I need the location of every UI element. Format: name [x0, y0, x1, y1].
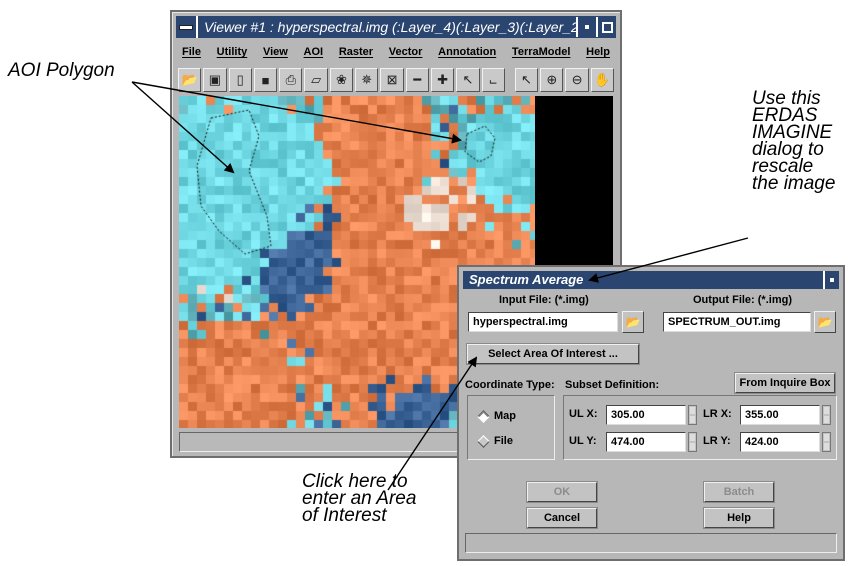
ok-button[interactable]: OK: [527, 482, 597, 502]
uly-field[interactable]: 474.00: [606, 432, 686, 452]
minimize-icon[interactable]: [576, 17, 596, 37]
uly-stepper[interactable]: [688, 432, 697, 452]
radio-file-indicator[interactable]: [477, 434, 490, 448]
radio-map-label: Map: [494, 410, 516, 422]
open-folder-icon[interactable]: 📂: [178, 68, 202, 92]
menu-terramodel[interactable]: TerraModel: [512, 46, 570, 58]
output-folder-icon[interactable]: 📂: [814, 311, 836, 333]
zoom-in-icon[interactable]: ⊕: [540, 68, 564, 92]
menu-view[interactable]: View: [263, 46, 288, 58]
profile-icon[interactable]: ⨽: [481, 68, 505, 92]
menu-aoi[interactable]: AOI: [304, 46, 324, 58]
radio-map-indicator[interactable]: [477, 409, 490, 423]
input-file-label: Input File: (*.img): [499, 294, 589, 306]
menu-file[interactable]: File: [182, 46, 201, 58]
dialog-minimize-icon[interactable]: [823, 271, 839, 289]
pointer-tool-icon[interactable]: ↖: [456, 68, 480, 92]
viewer-toolbar: 📂 ▣ ▯ ■ ⎙ ▱ ❀ ✵ ⊠ ━ ✚ ↖ ⨽ ↖ ⊕ ⊖ ✋: [178, 66, 615, 94]
input-file-field[interactable]: hyperspectral.img: [468, 312, 618, 332]
subset-definition-label: Subset Definition:: [565, 379, 660, 391]
ulx-label: UL X:: [569, 408, 598, 420]
lry-field[interactable]: 424.00: [740, 432, 820, 452]
menu-raster[interactable]: Raster: [339, 46, 373, 58]
input-folder-icon[interactable]: 📂: [622, 311, 644, 333]
aoi-tool-icon[interactable]: ❀: [329, 68, 354, 92]
menu-annotation[interactable]: Annotation: [438, 46, 496, 58]
coordinate-type-group: [467, 395, 555, 460]
help-button[interactable]: Help: [704, 508, 774, 528]
viewer-title: Viewer #1 : hyperspectral.img (:Layer_4)…: [204, 19, 576, 35]
zoom-out-icon[interactable]: ⊖: [565, 68, 589, 92]
from-inquire-box-button[interactable]: From Inquire Box: [735, 373, 835, 393]
click-here-callout: Click here to enter an Area of Interest: [302, 471, 417, 526]
rescale-callout: Use this ERDAS IMAGINE dialog to rescale…: [752, 88, 836, 194]
menu-help[interactable]: Help: [586, 46, 610, 58]
aoi-polygon-callout: AOI Polygon: [8, 60, 115, 81]
viewer-titlebar[interactable]: Viewer #1 : hyperspectral.img (:Layer_4)…: [176, 16, 616, 38]
pan-hand-icon[interactable]: ✋: [590, 68, 615, 92]
window-menu-icon[interactable]: [176, 16, 198, 38]
lry-stepper[interactable]: [822, 432, 831, 452]
cancel-button[interactable]: Cancel: [527, 508, 597, 528]
open-layer-icon[interactable]: ▣: [203, 68, 227, 92]
lrx-stepper[interactable]: [822, 405, 831, 425]
uly-label: UL Y:: [569, 435, 597, 447]
batch-button[interactable]: Batch: [704, 482, 774, 502]
menu-vector[interactable]: Vector: [389, 46, 423, 58]
dialog-title: Spectrum Average: [469, 272, 584, 287]
crosshair-icon[interactable]: ✚: [430, 68, 455, 92]
radio-file-label: File: [494, 435, 513, 447]
radio-map[interactable]: Map: [477, 409, 516, 423]
dialog-titlebar[interactable]: Spectrum Average: [463, 271, 839, 289]
maximize-icon[interactable]: [596, 17, 616, 37]
select-aoi-button[interactable]: Select Area Of Interest ...: [467, 344, 639, 364]
coordinate-type-label: Coordinate Type:: [465, 379, 555, 391]
spectrum-average-dialog: Spectrum Average Input File: (*.img) Out…: [457, 265, 845, 561]
ulx-stepper[interactable]: [688, 405, 697, 425]
viewer-menubar: File Utility View AOI Raster Vector Anno…: [176, 40, 616, 64]
save-icon[interactable]: ■: [253, 68, 278, 92]
document-icon[interactable]: ▯: [228, 68, 252, 92]
zoom-fit-icon[interactable]: ✵: [355, 68, 379, 92]
scale-icon[interactable]: ⊠: [380, 68, 404, 92]
lry-label: LR Y:: [703, 435, 731, 447]
menu-utility[interactable]: Utility: [217, 46, 248, 58]
measure-icon[interactable]: ━: [405, 68, 429, 92]
eraser-icon[interactable]: ▱: [304, 68, 328, 92]
print-icon[interactable]: ⎙: [279, 68, 303, 92]
select-arrow-icon[interactable]: ↖: [514, 68, 539, 92]
output-file-field[interactable]: SPECTRUM_OUT.img: [663, 312, 811, 332]
dialog-statusbar: [465, 533, 837, 553]
output-file-label: Output File: (*.img): [693, 294, 792, 306]
radio-file[interactable]: File: [477, 434, 513, 448]
lrx-field[interactable]: 355.00: [740, 405, 820, 425]
lrx-label: LR X:: [703, 408, 732, 420]
ulx-field[interactable]: 305.00: [606, 405, 686, 425]
